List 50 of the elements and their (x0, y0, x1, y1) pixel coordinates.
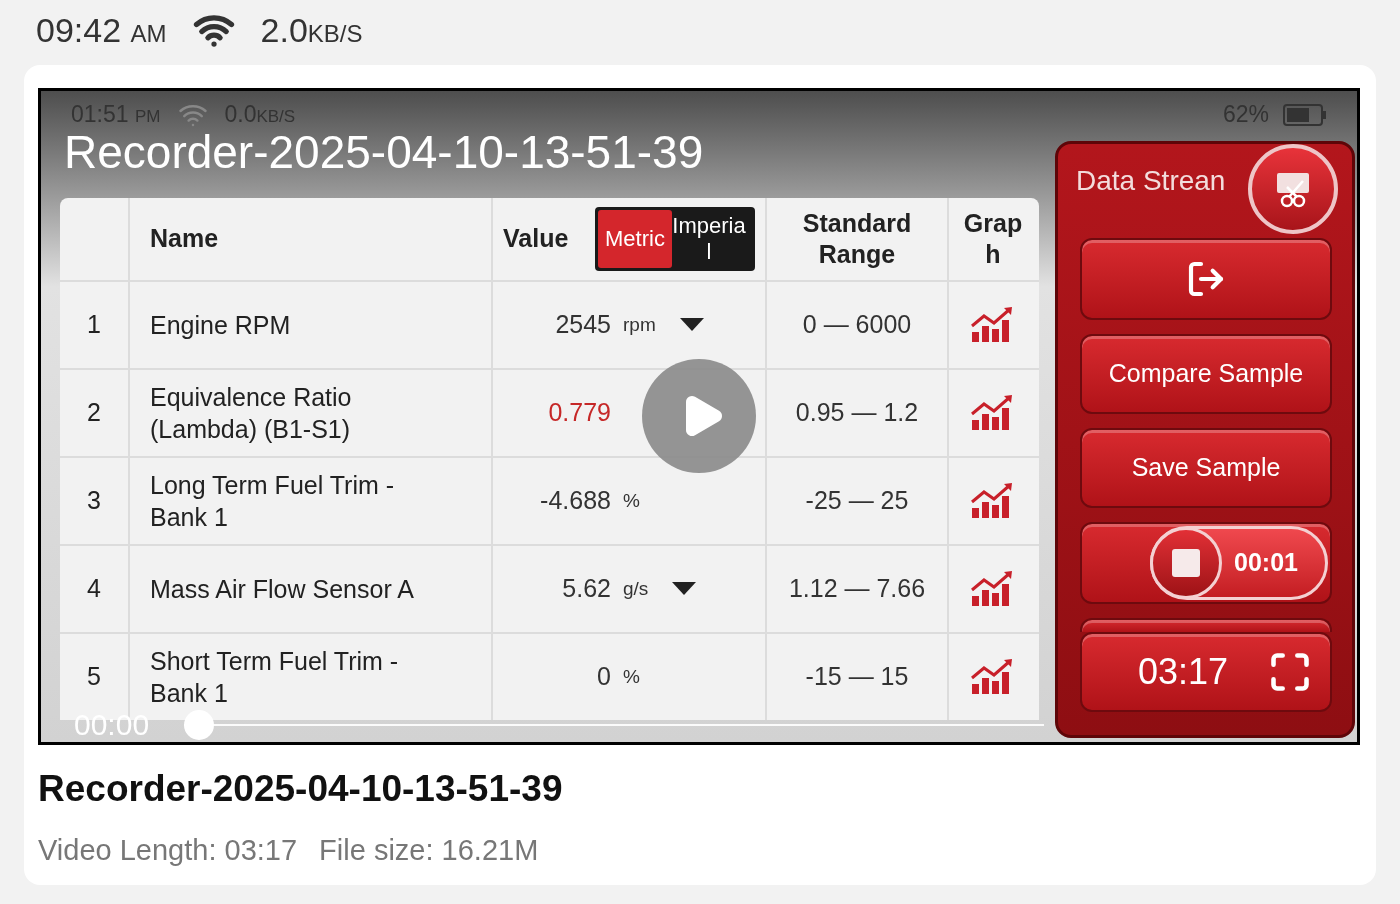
dropdown-caret-icon[interactable] (672, 582, 697, 596)
row-number: 1 (60, 282, 130, 368)
recording-title: Recorder-2025-04-10-13-51-39 (38, 767, 564, 811)
parameter-name: Short Term Fuel Trim - Bank 1 (150, 646, 400, 709)
unit-option[interactable]: Metric (598, 210, 672, 268)
row-number: 4 (60, 546, 130, 632)
row-number: 5 (60, 634, 130, 720)
row-number: 3 (60, 458, 130, 544)
video-length: Video Length: 03:17 (38, 832, 298, 868)
file-size: File size: 16.21M (319, 832, 539, 868)
battery-icon (1283, 103, 1327, 126)
column-header: Standard Range (767, 198, 949, 280)
value-unit: g/s (623, 576, 649, 601)
parameter-value: 5.62 (561, 573, 611, 605)
video-frame[interactable] (38, 88, 1360, 745)
parameter-name: Engine RPM (150, 310, 291, 341)
value-unit: % (623, 488, 640, 513)
record-button[interactable]: 00:01 (1080, 522, 1332, 604)
column-header: Graph (962, 208, 1024, 270)
standard-range: -25 — 25 (805, 485, 909, 517)
status-time: 09:42 AM (36, 9, 167, 51)
video-duration: 03:17 (1138, 650, 1229, 694)
recording-time: 00:01 (1234, 547, 1298, 579)
parameter-value: 2545 (554, 309, 611, 341)
value-unit: % (623, 664, 640, 689)
standard-range: 0 — 6000 (802, 309, 912, 341)
panel-button[interactable]: Save Sample (1080, 428, 1332, 508)
parameter-value: -4.688 (539, 485, 611, 517)
fullscreen-button[interactable] (1268, 650, 1312, 694)
exit-icon (1186, 259, 1226, 299)
panel-title: Data Strean (1076, 165, 1226, 196)
parameter-value: 0.779 (547, 397, 611, 429)
stop-icon (1172, 549, 1200, 577)
standard-range: 1.12 — 7.66 (788, 573, 926, 605)
dropdown-caret-icon[interactable] (679, 318, 704, 332)
standard-range: 0.95 — 1.2 (795, 397, 919, 429)
parameter-name: Equivalence Ratio (Lambda) (B1-S1) (150, 382, 353, 445)
standard-range: -15 — 15 (805, 661, 909, 693)
parameter-value: 0 (596, 661, 611, 693)
unit-option[interactable]: Imperial (672, 210, 746, 268)
parameter-name: Long Term Fuel Trim - Bank 1 (150, 470, 396, 533)
column-header: Value (503, 223, 569, 255)
column-header: Name (130, 198, 493, 280)
exit-button[interactable] (1080, 238, 1332, 320)
panel-button[interactable]: Compare Sample (1080, 334, 1332, 414)
value-unit: rpm (623, 312, 656, 337)
parameter-name: Mass Air Flow Sensor A (150, 574, 414, 605)
row-number: 2 (60, 370, 130, 456)
video-title: Recorder-2025-04-10-13-51-39 (64, 125, 704, 180)
network-speed: 2.0KB/S (260, 9, 363, 51)
